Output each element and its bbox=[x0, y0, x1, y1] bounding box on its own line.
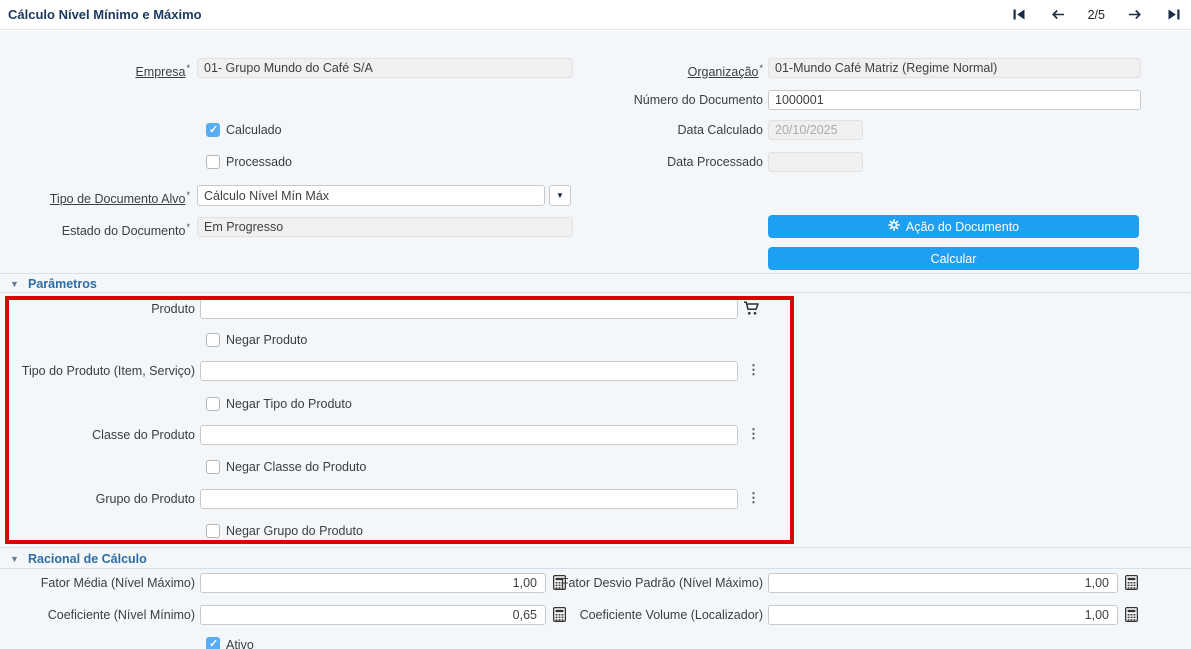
previous-record-button[interactable] bbox=[1046, 6, 1070, 25]
classe-produto-field[interactable] bbox=[200, 425, 738, 445]
data-calculado-field bbox=[768, 120, 863, 140]
calculator-icon bbox=[1125, 575, 1138, 593]
negar-tipo-produto-label: Negar Tipo do Produto bbox=[226, 397, 352, 412]
fator-media-label: Fator Média (Nível Máximo) bbox=[0, 573, 195, 593]
negar-tipo-produto-checkbox[interactable] bbox=[206, 397, 220, 411]
calcular-button[interactable]: Calcular bbox=[768, 247, 1139, 270]
acao-documento-button-label: Ação do Documento bbox=[906, 220, 1019, 234]
coeficiente-volume-label: Coeficiente Volume (Localizador) bbox=[560, 605, 763, 625]
fator-media-field[interactable] bbox=[200, 573, 546, 593]
produto-field[interactable] bbox=[200, 299, 738, 319]
data-calculado-label: Data Calculado bbox=[560, 120, 763, 140]
window: Cálculo Nível Mínimo e Máximo 2/5 Empres… bbox=[0, 0, 1191, 649]
shopping-cart-icon bbox=[743, 301, 760, 318]
negar-produto-checkbox[interactable] bbox=[206, 333, 220, 347]
negar-classe-produto-label: Negar Classe do Produto bbox=[226, 460, 366, 475]
fator-desvio-field[interactable] bbox=[768, 573, 1118, 593]
coeficiente-minimo-field[interactable] bbox=[200, 605, 546, 625]
record-navigation: 2/5 bbox=[1008, 0, 1185, 30]
gear-icon bbox=[888, 219, 900, 234]
vertical-ellipsis-icon: ⋮ bbox=[747, 491, 760, 504]
ativo-checkbox[interactable] bbox=[206, 637, 220, 649]
tipo-documento-alvo-dropdown-button[interactable]: ▼ bbox=[549, 185, 571, 206]
calculator-icon bbox=[1125, 607, 1138, 625]
produto-label: Produto bbox=[0, 299, 195, 319]
parametros-section-title: Parâmetros bbox=[28, 274, 97, 294]
negar-grupo-produto-label: Negar Grupo do Produto bbox=[226, 524, 363, 539]
empresa-label: Empresa* bbox=[0, 58, 190, 78]
required-marker: * bbox=[186, 190, 190, 200]
first-record-button[interactable] bbox=[1008, 6, 1030, 25]
vertical-ellipsis-icon: ⋮ bbox=[747, 427, 760, 440]
next-record-button[interactable] bbox=[1123, 6, 1147, 25]
tipo-documento-alvo-field[interactable] bbox=[197, 185, 545, 206]
required-marker: * bbox=[759, 63, 763, 73]
tipo-produto-label: Tipo do Produto (Item, Serviço) bbox=[0, 361, 195, 381]
tipo-produto-field[interactable] bbox=[200, 361, 738, 381]
organizacao-label: Organização* bbox=[560, 58, 763, 78]
data-processado-field bbox=[768, 152, 863, 172]
racional-section-title: Racional de Cálculo bbox=[28, 548, 147, 570]
arrow-left-icon bbox=[1051, 8, 1065, 23]
coeficiente-volume-calculator-button[interactable] bbox=[1125, 607, 1138, 625]
racional-section-header[interactable]: ▼ Racional de Cálculo bbox=[0, 547, 1191, 569]
title-bar: Cálculo Nível Mínimo e Máximo 2/5 bbox=[0, 0, 1191, 30]
required-marker: * bbox=[186, 222, 190, 232]
processado-checkbox[interactable] bbox=[206, 155, 220, 169]
organizacao-field[interactable] bbox=[768, 58, 1141, 78]
classe-produto-label: Classe do Produto bbox=[0, 425, 195, 445]
grupo-produto-label: Grupo do Produto bbox=[0, 489, 195, 509]
collapse-icon: ▼ bbox=[10, 548, 19, 570]
fator-desvio-calculator-button[interactable] bbox=[1125, 575, 1138, 593]
collapse-icon: ▼ bbox=[10, 274, 19, 294]
record-position: 2/5 bbox=[1086, 8, 1107, 22]
chevron-down-icon: ▼ bbox=[556, 192, 564, 200]
empresa-field[interactable] bbox=[197, 58, 573, 78]
vertical-ellipsis-icon: ⋮ bbox=[747, 363, 760, 376]
acao-documento-button[interactable]: Ação do Documento bbox=[768, 215, 1139, 238]
numero-documento-label: Número do Documento bbox=[560, 90, 763, 110]
last-record-button[interactable] bbox=[1163, 6, 1185, 25]
tipo-produto-picker-button[interactable]: ⋮ bbox=[747, 363, 760, 376]
calculado-checkbox[interactable] bbox=[206, 123, 220, 137]
first-record-icon bbox=[1013, 8, 1025, 23]
calculado-label: Calculado bbox=[226, 123, 282, 138]
coeficiente-volume-field[interactable] bbox=[768, 605, 1118, 625]
ativo-label: Ativo bbox=[226, 638, 254, 649]
produto-search-button[interactable] bbox=[743, 301, 760, 318]
estado-documento-field[interactable] bbox=[197, 217, 573, 237]
data-processado-label: Data Processado bbox=[560, 152, 763, 172]
calcular-button-label: Calcular bbox=[931, 252, 977, 266]
tipo-documento-alvo-label: Tipo de Documento Alvo* bbox=[0, 185, 190, 205]
numero-documento-field[interactable] bbox=[768, 90, 1141, 110]
negar-classe-produto-checkbox[interactable] bbox=[206, 460, 220, 474]
grupo-produto-field[interactable] bbox=[200, 489, 738, 509]
fator-desvio-label: Fator Desvio Padrão (Nível Máximo) bbox=[560, 573, 763, 593]
arrow-right-icon bbox=[1128, 8, 1142, 23]
processado-label: Processado bbox=[226, 155, 292, 170]
classe-produto-picker-button[interactable]: ⋮ bbox=[747, 427, 760, 440]
required-marker: * bbox=[186, 63, 190, 73]
coeficiente-minimo-label: Coeficiente (Nível Mínimo) bbox=[0, 605, 195, 625]
estado-documento-label: Estado do Documento* bbox=[0, 217, 190, 237]
parametros-section-header[interactable]: ▼ Parâmetros bbox=[0, 273, 1191, 293]
negar-grupo-produto-checkbox[interactable] bbox=[206, 524, 220, 538]
page-title: Cálculo Nível Mínimo e Máximo bbox=[8, 0, 202, 30]
last-record-icon bbox=[1168, 8, 1180, 23]
negar-produto-label: Negar Produto bbox=[226, 333, 307, 348]
grupo-produto-picker-button[interactable]: ⋮ bbox=[747, 491, 760, 504]
